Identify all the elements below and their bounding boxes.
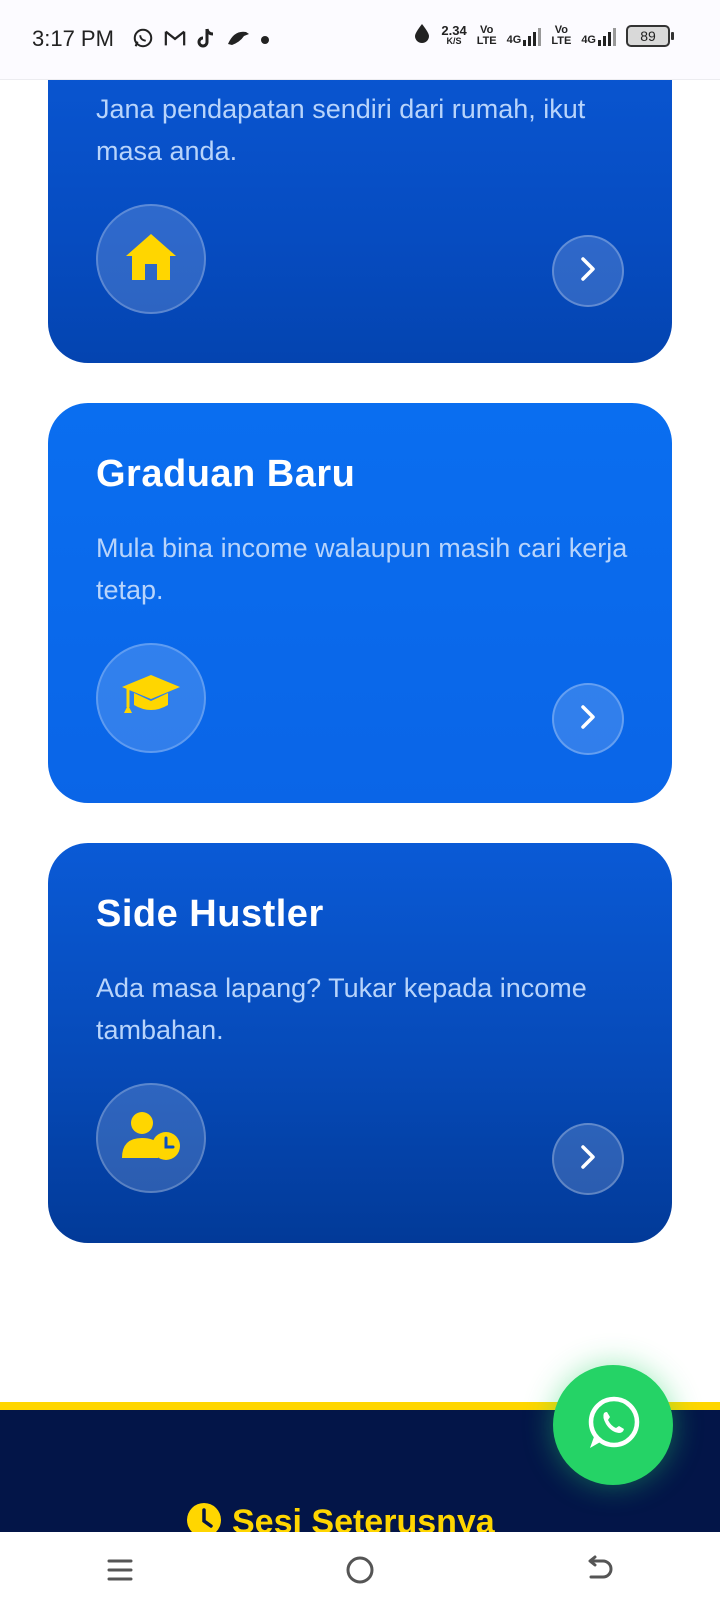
user-clock-icon: [120, 1110, 182, 1167]
sim2-signal: 4G: [581, 26, 616, 46]
sim2-label: Vo: [554, 23, 568, 36]
chevron-right-icon: [577, 256, 599, 287]
bird-icon: [226, 28, 250, 53]
home-button-icon: [345, 1555, 375, 1590]
net-speed: 2.34 K/S: [441, 22, 467, 47]
chevron-right-icon: [577, 1144, 599, 1175]
home-button[interactable]: [330, 1542, 390, 1602]
signal-bars-icon: [523, 26, 542, 46]
sim1-label: Vo: [480, 23, 494, 36]
system-nav-bar: [0, 1532, 720, 1612]
dot-icon: [260, 32, 270, 50]
card-icon-wrap: [96, 204, 206, 314]
card-description: Jana pendapatan sendiri dari rumah, ikut…: [96, 94, 586, 166]
back-button[interactable]: [570, 1542, 630, 1602]
battery-icon: 89: [626, 24, 674, 47]
audience-card-home[interactable]: Jana pendapatan sendiri dari rumah, ikut…: [48, 40, 672, 363]
card-title: Side Hustler: [96, 893, 324, 935]
card-description: Mula bina income walaupun masih cari ker…: [96, 533, 628, 605]
whatsapp-icon: [132, 27, 154, 54]
notification-icons: [132, 27, 270, 54]
graduation-cap-icon: [120, 673, 182, 724]
card-arrow-button[interactable]: [552, 683, 624, 755]
audience-card-graduan[interactable]: Graduan Baru Mula bina income walaupun m…: [48, 403, 672, 803]
sim2-net: 4G: [581, 33, 596, 46]
sim1-volte: Vo LTE: [476, 23, 497, 47]
card-description: Ada masa lapang? Tukar kepada income tam…: [96, 973, 587, 1045]
sim1-sub: LTE: [476, 34, 497, 47]
card-icon-wrap: [96, 1083, 206, 1193]
tiktok-icon: [196, 27, 216, 54]
whatsapp-chat-button[interactable]: [553, 1365, 673, 1485]
sim1-net: 4G: [506, 33, 522, 46]
chevron-right-icon: [577, 704, 599, 735]
whatsapp-icon: [584, 1394, 642, 1457]
signal-bars-icon: [598, 26, 616, 46]
sim2-volte: Vo LTE: [551, 23, 572, 47]
status-time: 3:17 PM: [32, 26, 114, 51]
recent-apps-button[interactable]: [90, 1542, 150, 1602]
net-speed-value: 2.34: [441, 22, 467, 38]
gmail-icon: [164, 28, 186, 53]
home-icon: [124, 232, 178, 287]
back-icon: [585, 1555, 615, 1590]
system-icons: 2.34 K/S Vo LTE 4G Vo LTE 4G 89: [413, 22, 674, 49]
sim2-sub: LTE: [551, 34, 572, 47]
sim1-signal: 4G: [507, 26, 542, 46]
card-icon-wrap: [96, 643, 206, 753]
status-bar: 3:17 PM 2.34 K/S Vo LTE 4G Vo LTE 4G 89: [0, 0, 720, 80]
recent-apps-icon: [106, 1556, 134, 1589]
card-arrow-button[interactable]: [552, 1123, 624, 1195]
audience-card-side-hustler[interactable]: Side Hustler Ada masa lapang? Tukar kepa…: [48, 843, 672, 1243]
data-saver-icon: [413, 22, 431, 49]
card-title: Graduan Baru: [96, 453, 356, 495]
card-arrow-button[interactable]: [552, 235, 624, 307]
